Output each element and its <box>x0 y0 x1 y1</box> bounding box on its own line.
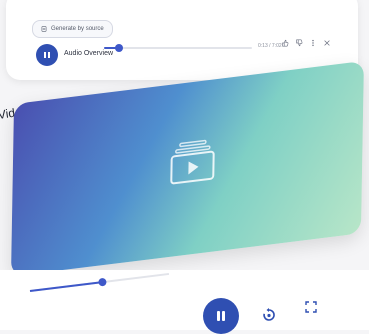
video-progress-fill <box>29 281 103 292</box>
video-controls <box>0 270 369 334</box>
replay-icon <box>263 308 275 321</box>
video-placeholder-icon <box>167 137 218 187</box>
audio-time: 0:13 / 7:02 <box>258 43 282 49</box>
audio-progress-handle[interactable] <box>114 44 123 52</box>
audio-actions <box>281 39 331 47</box>
source-chip-label: Generate by source <box>51 26 104 32</box>
video-progress-handle[interactable] <box>97 277 107 287</box>
fullscreen-icon <box>305 301 317 313</box>
video-pause-button[interactable] <box>203 298 239 334</box>
fullscreen-button[interactable] <box>302 298 320 316</box>
video-player[interactable] <box>10 60 364 277</box>
audio-progress-bar[interactable] <box>104 44 252 52</box>
thumbs-down-icon[interactable] <box>295 39 303 47</box>
video-progress-bar[interactable] <box>29 272 170 292</box>
thumbs-up-icon[interactable] <box>281 39 289 47</box>
more-icon[interactable] <box>309 39 317 47</box>
replay-button[interactable] <box>260 306 278 324</box>
audio-title: Audio Overview <box>64 50 114 57</box>
close-icon[interactable] <box>323 39 331 47</box>
pause-icon <box>217 311 225 321</box>
document-icon <box>41 26 47 32</box>
pause-icon <box>44 52 50 58</box>
video-library-icon <box>170 139 215 185</box>
audio-play-button[interactable] <box>36 44 58 66</box>
source-chip[interactable]: Generate by source <box>32 20 113 38</box>
